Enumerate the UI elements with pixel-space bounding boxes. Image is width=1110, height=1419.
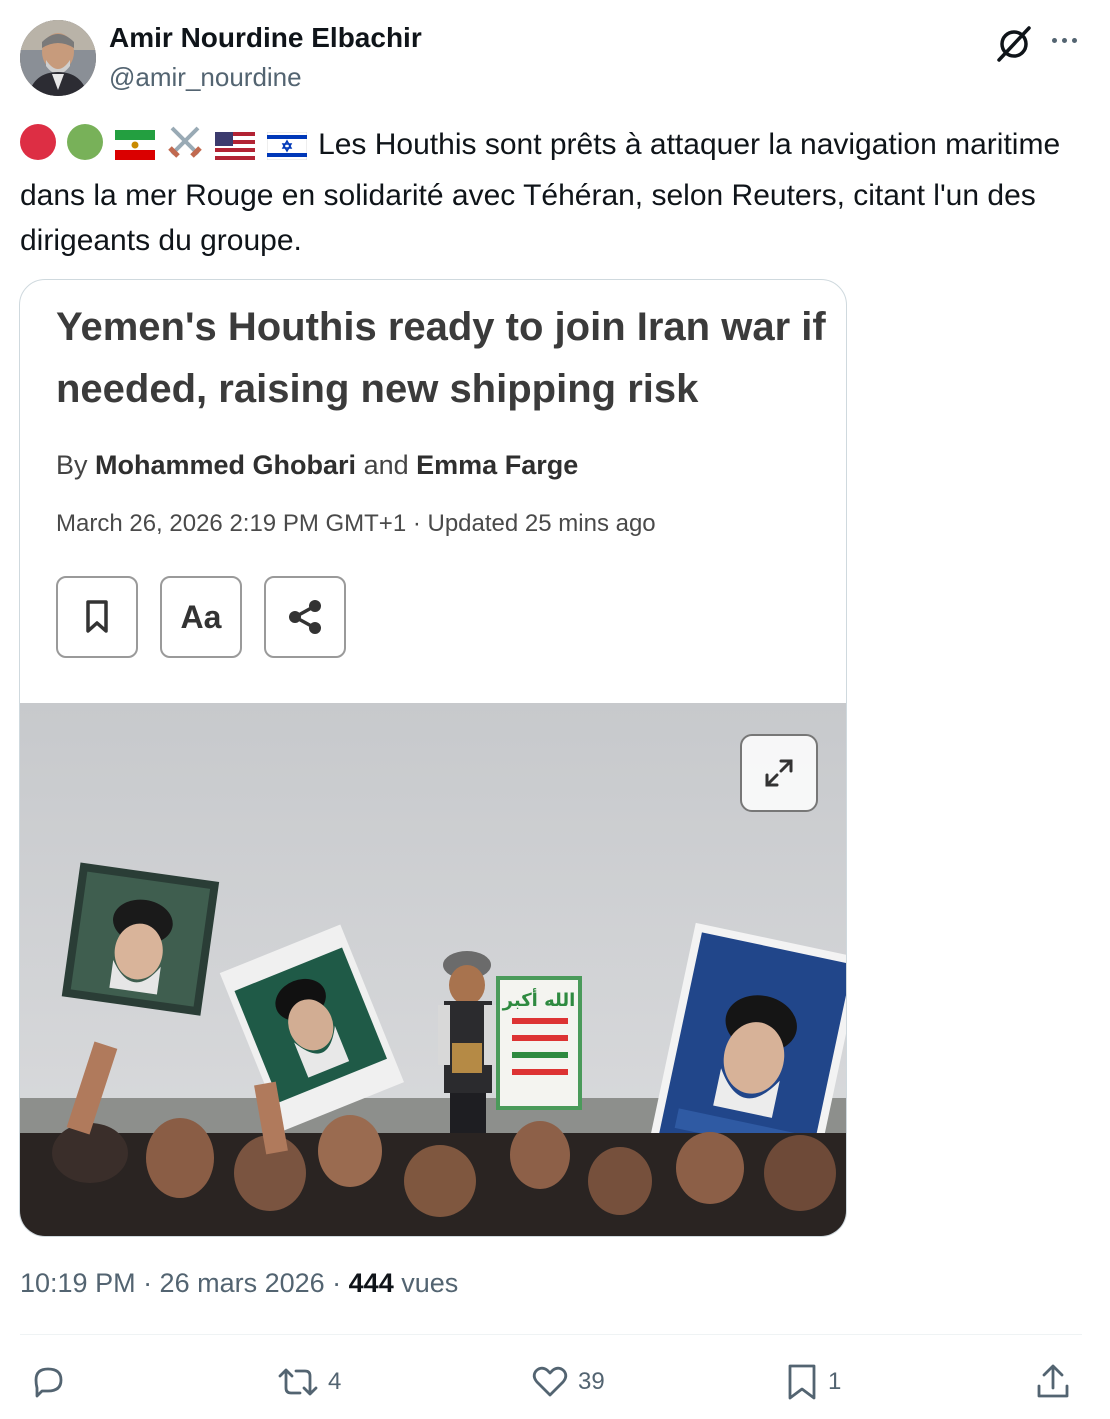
expand-icon: [765, 759, 793, 787]
crossed-swords-icon: [166, 122, 204, 173]
share-button[interactable]: [1034, 1358, 1072, 1406]
tweet-meta: 10:19 PM · 26 mars 2026 · 444 vues: [20, 1268, 459, 1298]
article-photo[interactable]: الله أكبر: [20, 703, 846, 1236]
iran-flag-icon: [114, 128, 155, 173]
like-button[interactable]: 39: [530, 1358, 605, 1406]
more-options-icon[interactable]: [1046, 26, 1082, 54]
article-headline: Yemen's Houthis ready to join Iran war i…: [56, 305, 826, 411]
author-handle[interactable]: @amir_nourdine: [109, 62, 302, 93]
share-icon: [1037, 1364, 1069, 1398]
author-name[interactable]: Amir Nourdine Elbachir: [109, 22, 422, 54]
us-flag-icon: [215, 128, 256, 173]
article-bookmark-button: [56, 576, 138, 658]
green-circle-icon: [67, 124, 104, 160]
reply-button[interactable]: [28, 1358, 76, 1406]
article-card[interactable]: Yemen's Houthis ready to join Iran war i…: [19, 279, 847, 1237]
view-count: 444: [348, 1268, 394, 1298]
article-author-2: Emma Farge: [416, 450, 579, 480]
share-icon: [289, 600, 321, 634]
tweet-timestamp[interactable]: 10:19 PM · 26 mars 2026 ·: [20, 1268, 349, 1298]
avatar[interactable]: [20, 20, 96, 96]
retweet-button[interactable]: 4: [276, 1358, 341, 1406]
expand-image-button[interactable]: [740, 734, 818, 812]
bookmark-icon: [788, 1364, 816, 1400]
reply-icon: [34, 1367, 63, 1398]
israel-flag-icon: [266, 128, 308, 173]
divider: [20, 1334, 1082, 1335]
article-author-1: Mohammed Ghobari: [95, 450, 357, 480]
tweet-text: Les Houthis sont prêts à attaquer la nav…: [20, 122, 1090, 263]
heart-icon: [532, 1366, 568, 1397]
sign-text: الله أكبر: [502, 988, 576, 1011]
article-dateline: March 26, 2026 2:19 PM GMT+1 · Updated 2…: [56, 510, 656, 537]
bookmark-button[interactable]: 1: [784, 1358, 841, 1406]
bookmark-icon: [86, 600, 108, 633]
retweet-icon: [278, 1368, 318, 1396]
article-byline: By Mohammed Ghobari and Emma Farge: [56, 450, 579, 480]
grok-icon[interactable]: [994, 24, 1034, 64]
article-share-button: [264, 576, 346, 658]
red-circle-icon: [20, 124, 56, 160]
article-text-size-button: Aa: [160, 576, 242, 658]
